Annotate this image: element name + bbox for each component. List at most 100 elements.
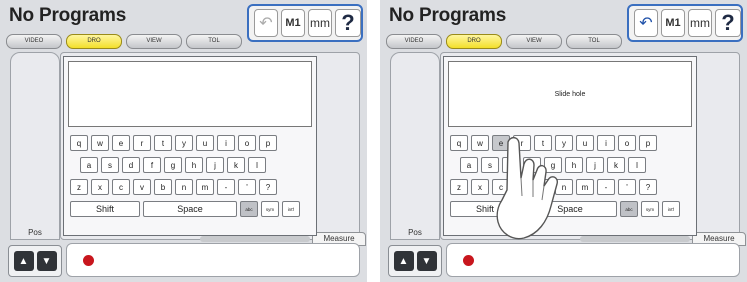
tab-dro[interactable]: DRO (66, 34, 122, 49)
key-u[interactable]: u (576, 135, 594, 151)
key-dash[interactable]: - (217, 179, 235, 195)
mode-tabs: VIDEO DRO VIEW TOL (386, 34, 622, 49)
key-apostrophe[interactable]: ' (238, 179, 256, 195)
hidden-tabs (580, 236, 690, 242)
key-n[interactable]: n (175, 179, 193, 195)
key-q[interactable]: q (70, 135, 88, 151)
key-z[interactable]: z (70, 179, 88, 195)
key-apostrophe[interactable]: ' (618, 179, 636, 195)
tab-tol[interactable]: TOL (566, 34, 622, 49)
undo-icon: ↶ (259, 15, 273, 32)
scroll-arrows: ▲ ▼ (388, 245, 442, 277)
space-key[interactable]: Space (143, 201, 237, 217)
arrow-down-button[interactable]: ▼ (36, 251, 57, 271)
tab-video[interactable]: VIDEO (6, 34, 62, 49)
key-k[interactable]: k (607, 157, 625, 173)
key-y[interactable]: y (175, 135, 193, 151)
pos-label: Pos (28, 228, 42, 237)
key-j[interactable]: j (586, 157, 604, 173)
key-h[interactable]: h (185, 157, 203, 173)
tab-video[interactable]: VIDEO (386, 34, 442, 49)
key-m[interactable]: m (196, 179, 214, 195)
key-i[interactable]: i (597, 135, 615, 151)
key-p[interactable]: p (259, 135, 277, 151)
key-r[interactable]: r (133, 135, 151, 151)
m1-button[interactable]: M1 (661, 9, 685, 37)
screen-before: No Programs VIDEO DRO VIEW TOL ↶ M1 mm ?… (0, 0, 367, 282)
position-column: Pos (10, 52, 60, 240)
key-w[interactable]: w (91, 135, 109, 151)
key-row-3: z x c v b n m - ' ? (70, 179, 277, 195)
help-button[interactable]: ? (715, 9, 741, 37)
undo-button[interactable]: ↶ (254, 9, 278, 37)
key-row-1: q w e r t y u i o p (70, 135, 277, 151)
key-e[interactable]: e (112, 135, 130, 151)
key-j[interactable]: j (206, 157, 224, 173)
record-indicator-icon[interactable] (83, 255, 94, 266)
key-question[interactable]: ? (639, 179, 657, 195)
units-button[interactable]: mm (688, 9, 712, 37)
key-c[interactable]: c (112, 179, 130, 195)
arrow-up-button[interactable]: ▲ (393, 251, 414, 271)
onscreen-keyboard: q w e r t y u i o p a s d f g h j k l z … (63, 56, 317, 236)
key-a[interactable]: a (460, 157, 478, 173)
key-g[interactable]: g (164, 157, 182, 173)
intl-mode-key[interactable]: int'l (662, 201, 680, 217)
program-title: No Programs (9, 5, 127, 26)
tab-view[interactable]: VIEW (126, 34, 182, 49)
key-dash[interactable]: - (597, 179, 615, 195)
key-q[interactable]: q (450, 135, 468, 151)
key-x[interactable]: x (91, 179, 109, 195)
key-o[interactable]: o (618, 135, 636, 151)
key-l[interactable]: l (248, 157, 266, 173)
toolbar: ↶ M1 mm ? (627, 4, 743, 42)
key-x[interactable]: x (471, 179, 489, 195)
arrow-down-button[interactable]: ▼ (416, 251, 437, 271)
record-indicator-icon[interactable] (463, 255, 474, 266)
tab-tol[interactable]: TOL (186, 34, 242, 49)
undo-icon: ↶ (639, 15, 653, 32)
key-row-2: a s d f g h j k l (80, 157, 266, 173)
key-question[interactable]: ? (259, 179, 277, 195)
key-f[interactable]: f (143, 157, 161, 173)
key-l[interactable]: l (628, 157, 646, 173)
shift-key[interactable]: Shift (70, 201, 140, 217)
status-bar (446, 243, 740, 277)
key-i[interactable]: i (217, 135, 235, 151)
key-b[interactable]: b (154, 179, 172, 195)
tab-view[interactable]: VIEW (506, 34, 562, 49)
key-s[interactable]: s (101, 157, 119, 173)
key-a[interactable]: a (80, 157, 98, 173)
sym-mode-key[interactable]: sym (261, 201, 279, 217)
key-k[interactable]: k (227, 157, 245, 173)
sym-mode-key[interactable]: sym (641, 201, 659, 217)
abc-mode-key[interactable]: abc (620, 201, 638, 217)
key-m[interactable]: m (576, 179, 594, 195)
text-entry-field[interactable] (68, 61, 312, 127)
key-t[interactable]: t (154, 135, 172, 151)
hidden-tabs (200, 236, 310, 242)
key-w[interactable]: w (471, 135, 489, 151)
position-column: Pos (390, 52, 440, 240)
key-d[interactable]: d (122, 157, 140, 173)
screen-after: No Programs VIDEO DRO VIEW TOL ↶ M1 mm ?… (380, 0, 747, 282)
toolbar: ↶ M1 mm ? (247, 4, 363, 42)
abc-mode-key[interactable]: abc (240, 201, 258, 217)
tab-dro[interactable]: DRO (446, 34, 502, 49)
help-button[interactable]: ? (335, 9, 361, 37)
key-row-4: Shift Space abc sym int'l (70, 201, 300, 217)
m1-button[interactable]: M1 (281, 9, 305, 37)
status-bar (66, 243, 360, 277)
text-entry-field[interactable]: Slide hole (448, 61, 692, 127)
key-o[interactable]: o (238, 135, 256, 151)
units-button[interactable]: mm (308, 9, 332, 37)
intl-mode-key[interactable]: int'l (282, 201, 300, 217)
key-u[interactable]: u (196, 135, 214, 151)
mode-tabs: VIDEO DRO VIEW TOL (6, 34, 242, 49)
key-v[interactable]: v (133, 179, 151, 195)
undo-button[interactable]: ↶ (634, 9, 658, 37)
key-p[interactable]: p (639, 135, 657, 151)
arrow-up-button[interactable]: ▲ (13, 251, 34, 271)
key-z[interactable]: z (450, 179, 468, 195)
pointing-hand-icon (496, 136, 559, 240)
